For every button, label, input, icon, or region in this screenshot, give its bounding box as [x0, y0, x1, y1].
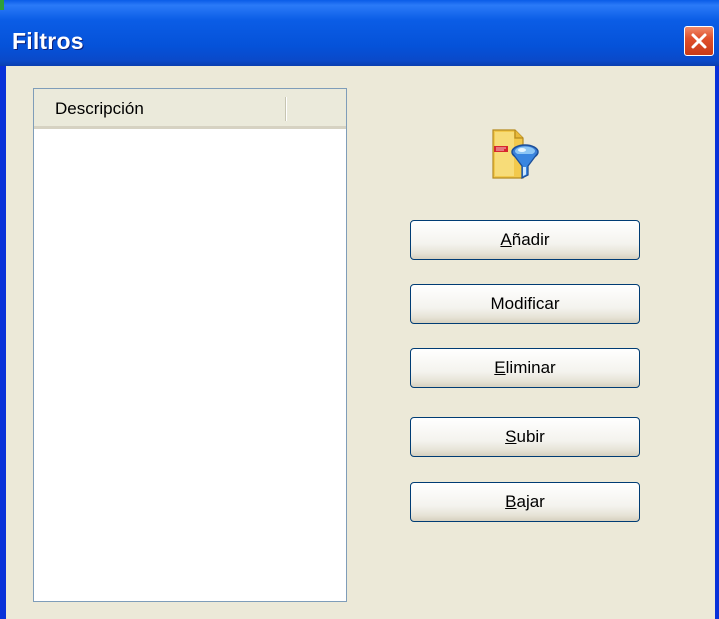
filters-dialog: Filtros Descripción Añadir Modificar E l… [0, 0, 719, 619]
title-bar-accent [0, 0, 4, 10]
move-down-button[interactable]: Bajar [410, 482, 640, 522]
column-header-description[interactable]: Descripción [34, 89, 285, 126]
up-label: ubir [516, 427, 545, 446]
list-header: Descripción [34, 89, 346, 129]
modify-label: Modificar [490, 294, 560, 313]
delete-button[interactable]: Eliminar [410, 348, 640, 388]
title-bar[interactable]: Filtros [0, 0, 719, 66]
list-body[interactable] [34, 129, 346, 601]
delete-mnemonic: E [494, 358, 506, 377]
column-header-label: Descripción [55, 99, 144, 118]
window-title: Filtros [12, 28, 84, 54]
up-mnemonic: S [505, 427, 517, 446]
add-mnemonic: A [500, 230, 512, 249]
add-label: ñadir [511, 230, 550, 249]
modify-button[interactable]: Modificar [410, 284, 640, 324]
down-label: ajar [516, 492, 545, 511]
down-mnemonic: B [505, 492, 517, 511]
close-button[interactable] [684, 26, 714, 56]
column-separator[interactable] [285, 97, 287, 121]
move-up-button[interactable]: Subir [410, 417, 640, 457]
close-icon [691, 33, 707, 49]
filter-funnel-icon [492, 129, 539, 180]
delete-label: liminar [505, 358, 556, 377]
filters-list[interactable]: Descripción [33, 88, 347, 602]
add-button[interactable]: Añadir [410, 220, 640, 260]
